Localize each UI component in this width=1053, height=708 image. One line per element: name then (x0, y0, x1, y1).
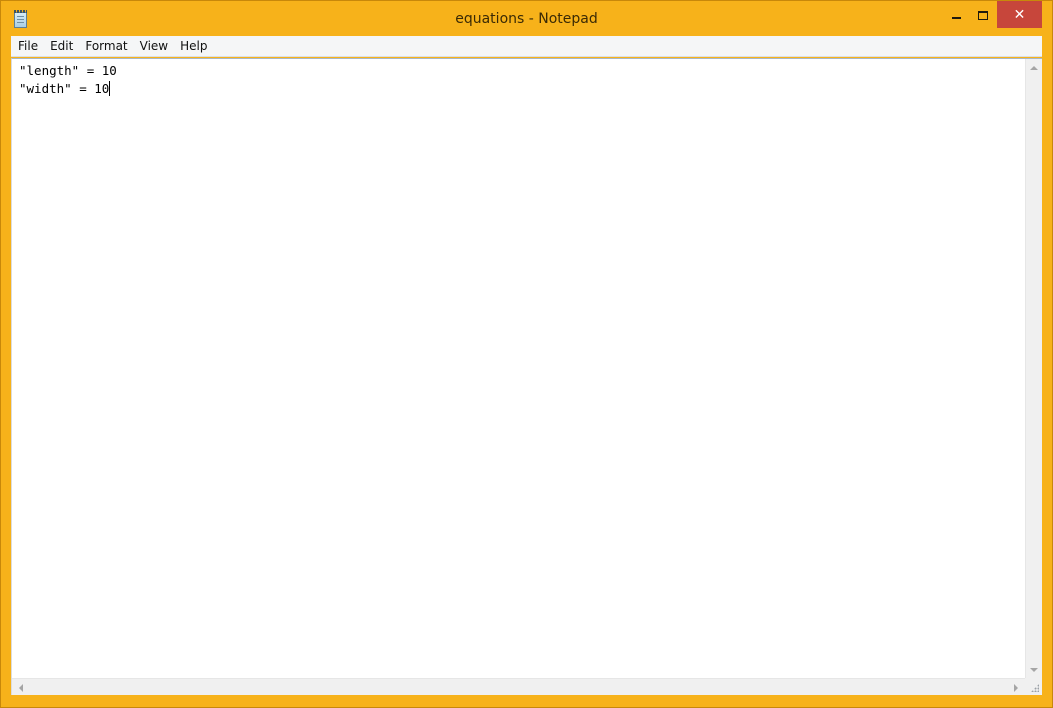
close-button[interactable]: ✕ (997, 1, 1042, 28)
menu-help[interactable]: Help (174, 37, 213, 55)
window-title: equations - Notepad (455, 11, 598, 27)
scroll-right-icon[interactable] (1014, 684, 1018, 692)
menu-format[interactable]: Format (79, 37, 133, 55)
scroll-down-icon[interactable] (1030, 668, 1038, 672)
resize-corner[interactable] (1025, 678, 1042, 695)
document-line: "length" = 10 (19, 63, 117, 78)
document-line-with-caret: "width" = 10 (19, 80, 1009, 98)
scroll-up-icon[interactable] (1030, 66, 1038, 70)
notepad-window: equations - Notepad ✕ File Edit Format V… (0, 0, 1053, 708)
maximize-button[interactable] (969, 1, 996, 29)
text-editor[interactable]: "length" = 10 "width" = 10 (11, 58, 1042, 695)
maximize-icon (977, 10, 988, 20)
resize-grip-icon[interactable] (1031, 684, 1039, 692)
menu-view[interactable]: View (134, 37, 174, 55)
menu-edit[interactable]: Edit (44, 37, 79, 55)
minimize-icon (951, 16, 961, 19)
document-line: "width" = 10 (19, 81, 110, 96)
text-caret (109, 81, 111, 96)
title-bar[interactable]: equations - Notepad ✕ (1, 1, 1052, 37)
document-text[interactable]: "length" = 10 "width" = 10 (19, 62, 1009, 98)
vertical-scrollbar[interactable] (1025, 59, 1042, 679)
minimize-button[interactable] (942, 1, 970, 29)
close-icon: ✕ (1013, 6, 1026, 23)
menu-file[interactable]: File (12, 37, 44, 55)
horizontal-scrollbar[interactable] (12, 678, 1025, 695)
menu-bar: File Edit Format View Help (11, 36, 1042, 57)
scroll-left-icon[interactable] (19, 684, 23, 692)
